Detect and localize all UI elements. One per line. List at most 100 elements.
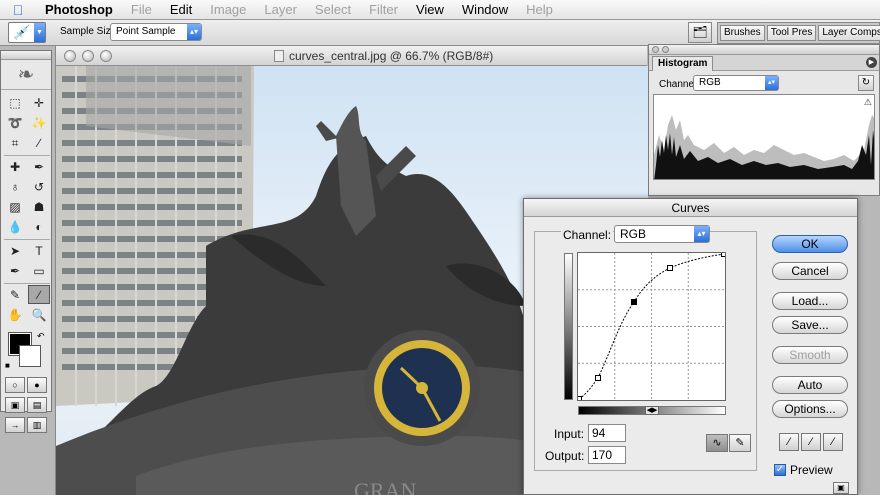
default-colors-icon[interactable]: ■ xyxy=(5,361,10,370)
menu-filter[interactable]: Filter xyxy=(360,0,407,20)
curve-point xyxy=(595,375,601,381)
histogram-channel-select[interactable]: RGB ▴▾ xyxy=(693,75,779,91)
gray-point-eyedropper-icon[interactable]: ∕ xyxy=(801,433,821,451)
toolbox-titlebar[interactable] xyxy=(1,51,51,60)
shape-tool-icon[interactable]: ▭ xyxy=(28,261,50,280)
black-point-eyedropper-icon[interactable]: ∕ xyxy=(779,433,799,451)
adobe-feather-icon[interactable]: ❧ xyxy=(1,60,51,90)
histogram-titlebar[interactable] xyxy=(649,45,879,55)
magic-wand-tool-icon[interactable]: ✨ xyxy=(28,113,50,132)
apple-menu-icon[interactable]:  xyxy=(0,2,36,18)
document-titlebar[interactable]: curves_central.jpg @ 66.7% (RGB/8#) xyxy=(56,46,647,66)
input-value-field[interactable]: 94 xyxy=(588,424,626,442)
tool-preset-picker[interactable]: 💉 ▼ xyxy=(8,22,46,43)
clone-stamp-tool-icon[interactable]: ♁ xyxy=(4,177,26,196)
swap-colors-icon[interactable]: ↶ xyxy=(37,331,45,342)
palette-tab-tool-presets[interactable]: Tool Pres xyxy=(766,25,817,41)
preview-checkbox[interactable]: ✓ xyxy=(774,464,786,476)
pencil-icon: ✎ xyxy=(735,437,745,449)
cancel-button[interactable]: Cancel xyxy=(772,262,848,280)
zoom-window-button[interactable] xyxy=(100,50,112,62)
output-gradient-bar xyxy=(564,253,573,400)
slice-tool-icon[interactable]: ∕ xyxy=(28,133,50,152)
curve-point xyxy=(576,396,582,402)
hand-tool-icon[interactable]: ✋ xyxy=(4,305,26,324)
tab-histogram[interactable]: Histogram xyxy=(652,56,714,71)
expand-dialog-icon[interactable]: ▣ xyxy=(833,482,849,494)
eyedropper-tool-icon[interactable]: ∕ xyxy=(28,285,50,304)
palette-tab-brushes[interactable]: Brushes xyxy=(720,25,765,41)
palette-tab-layer-comps[interactable]: Layer Comps xyxy=(818,25,880,41)
menu-select[interactable]: Select xyxy=(306,0,360,20)
save-button[interactable]: Save... xyxy=(772,316,848,334)
palette-close-button[interactable] xyxy=(652,46,659,53)
history-brush-tool-icon[interactable]: ↺ xyxy=(28,177,50,196)
standard-screen-mode-icon[interactable]: ▣ xyxy=(5,397,25,413)
crop-tool-icon[interactable]: ⌗ xyxy=(4,133,26,152)
curve-point-tool-button[interactable]: ∿ xyxy=(706,434,728,452)
preview-checkbox-row[interactable]: ✓ Preview xyxy=(774,463,833,477)
palette-well: Brushes Tool Pres Layer Comps xyxy=(717,22,880,44)
menu-file[interactable]: File xyxy=(122,0,161,20)
menu-view[interactable]: View xyxy=(407,0,453,20)
menu-image[interactable]: Image xyxy=(201,0,255,20)
healing-brush-tool-icon[interactable]: ✚ xyxy=(4,157,26,176)
load-button[interactable]: Load... xyxy=(772,292,848,310)
options-bar: 💉 ▼ Sample Size: Point Sample ▴▾ 🗂 Brush… xyxy=(0,20,880,46)
quick-mask-mode-icon[interactable]: ● xyxy=(27,377,47,393)
toolbox-divider xyxy=(4,237,50,240)
gradient-toggle-icon[interactable]: ◀▶ xyxy=(645,406,659,415)
menu-layer[interactable]: Layer xyxy=(255,0,306,20)
blur-tool-icon[interactable]: 💧 xyxy=(4,217,26,236)
curves-channel-select[interactable]: RGB ▴▾ xyxy=(614,225,710,243)
paint-bucket-tool-icon[interactable]: ☗ xyxy=(28,197,50,216)
preview-label: Preview xyxy=(790,463,833,477)
cache-warning-icon[interactable]: ⚠ xyxy=(864,97,872,108)
marquee-tool-icon[interactable]: ⬚ xyxy=(4,93,26,112)
smooth-button[interactable]: Smooth xyxy=(772,346,848,364)
standard-mode-icon[interactable]: ○ xyxy=(5,377,25,393)
move-tool-icon[interactable]: ✛ xyxy=(28,93,50,112)
curve-point xyxy=(667,265,673,271)
full-screen-menu-mode-icon[interactable]: ▤ xyxy=(27,397,47,413)
zoom-tool-icon[interactable]: 🔍 xyxy=(28,305,50,324)
histogram-graph: ⚠ xyxy=(653,94,875,180)
ok-button[interactable]: OK xyxy=(772,235,848,253)
menu-help[interactable]: Help xyxy=(517,0,562,20)
eyedropper-icon: 💉 xyxy=(13,24,31,40)
output-value-field[interactable]: 170 xyxy=(588,446,626,464)
curve-graph[interactable] xyxy=(576,251,727,402)
curves-channel-label: Channel: xyxy=(561,228,614,242)
minimize-window-button[interactable] xyxy=(82,50,94,62)
auto-button[interactable]: Auto xyxy=(772,376,848,394)
notes-tool-icon[interactable]: ✎ xyxy=(4,285,26,304)
sample-size-select[interactable]: Point Sample ▴▾ xyxy=(110,23,202,41)
white-point-eyedropper-icon[interactable]: ∕ xyxy=(823,433,843,451)
eraser-tool-icon[interactable]: ▨ xyxy=(4,197,26,216)
menu-photoshop[interactable]: Photoshop xyxy=(36,0,122,20)
menu-edit[interactable]: Edit xyxy=(161,0,201,20)
toolbox-divider xyxy=(4,281,50,284)
chevron-down-icon: ▼ xyxy=(34,23,45,42)
select-arrows-icon: ▴▾ xyxy=(694,226,709,242)
dodge-tool-icon[interactable]: ◐ xyxy=(28,217,50,236)
path-selection-tool-icon[interactable]: ➤ xyxy=(4,241,26,260)
background-color-swatch[interactable] xyxy=(19,345,41,367)
refresh-icon: ↻ xyxy=(861,77,871,88)
jump-to-imageready-icon[interactable]: → xyxy=(5,417,25,433)
file-browser-button[interactable]: 🗂 xyxy=(688,22,712,43)
curves-dialog-title[interactable]: Curves xyxy=(524,199,857,217)
type-tool-icon[interactable]: T xyxy=(28,241,50,260)
brush-tool-icon[interactable]: ✒ xyxy=(28,157,50,176)
palette-menu-icon[interactable]: ▶ xyxy=(866,57,877,68)
pen-tool-icon[interactable]: ✒ xyxy=(4,261,26,280)
palette-minimize-button[interactable] xyxy=(662,46,669,53)
close-window-button[interactable] xyxy=(64,50,76,62)
full-screen-mode-icon[interactable]: ▥ xyxy=(27,417,47,433)
options-button[interactable]: Options... xyxy=(772,400,848,418)
svg-text:GRAN: GRAN xyxy=(354,478,416,495)
pencil-tool-button[interactable]: ✎ xyxy=(729,434,751,452)
histogram-refresh-button[interactable]: ↻ xyxy=(858,75,874,91)
menu-window[interactable]: Window xyxy=(453,0,517,20)
lasso-tool-icon[interactable]: ➰ xyxy=(4,113,26,132)
